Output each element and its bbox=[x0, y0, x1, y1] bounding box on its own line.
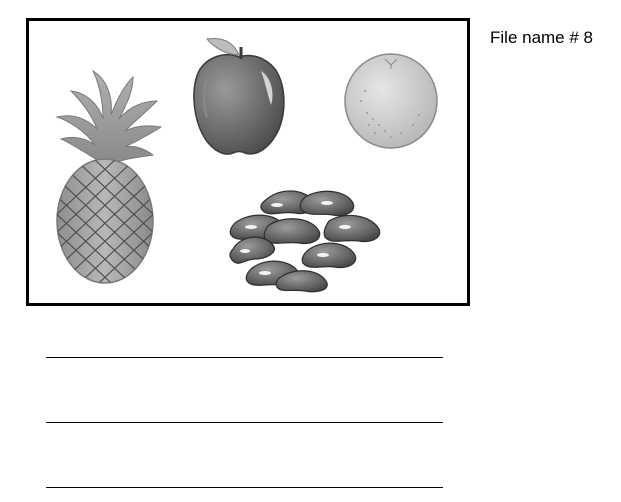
file-name-label: File name # 8 bbox=[490, 28, 593, 47]
fruit-picture-frame bbox=[26, 18, 470, 306]
answer-line[interactable] bbox=[46, 357, 443, 358]
answer-line[interactable] bbox=[46, 487, 443, 488]
pineapple-icon bbox=[55, 69, 163, 284]
orange-icon bbox=[344, 53, 438, 149]
answer-line[interactable] bbox=[46, 422, 443, 423]
beans-icon bbox=[229, 190, 381, 293]
apple-icon bbox=[193, 38, 285, 155]
